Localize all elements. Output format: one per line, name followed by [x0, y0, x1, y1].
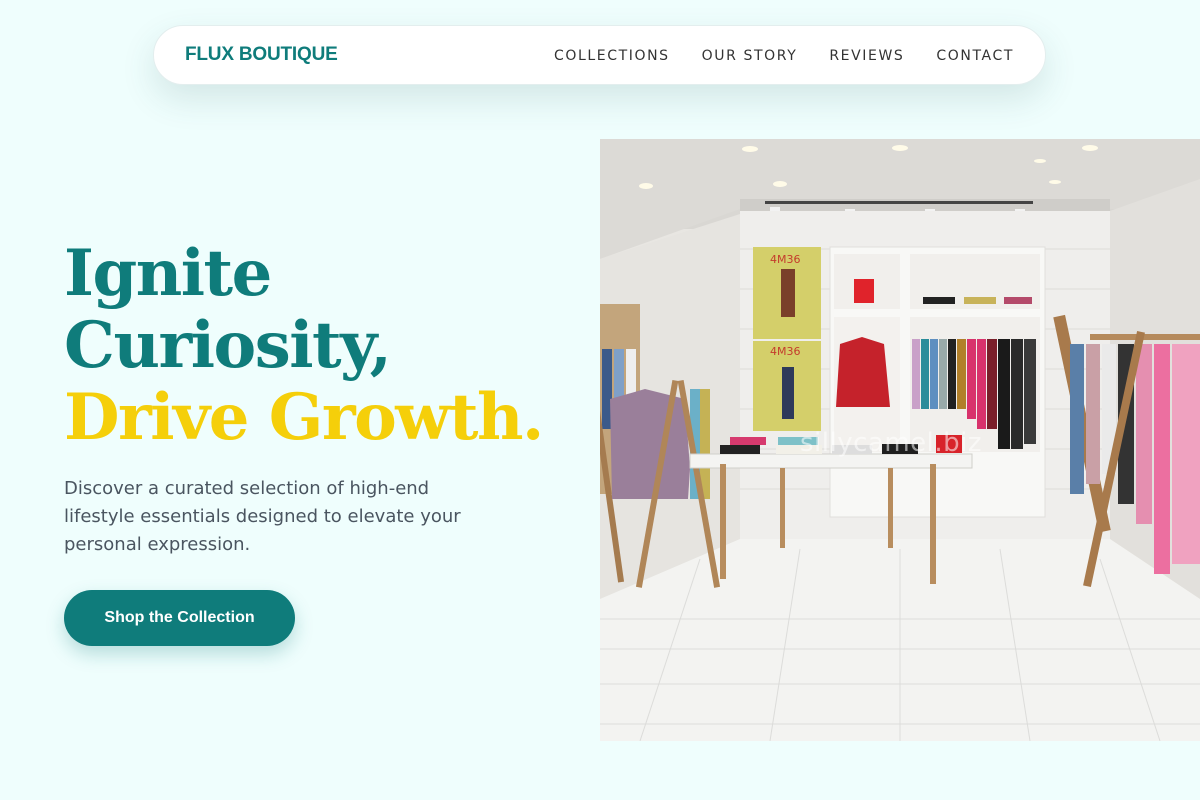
shop-collection-button[interactable]: Shop the Collection — [64, 590, 295, 646]
hero-store-image: 4M36 4M36 sillycamel.biz — [600, 139, 1200, 741]
nav-menu: COLLECTIONS OUR STORY REVIEWS CONTACT — [554, 46, 1014, 66]
top-navigation-bar: FLUX BOUTIQUE COLLECTIONS OUR STORY REVI… — [153, 25, 1046, 85]
nav-link-collections[interactable]: COLLECTIONS — [554, 46, 670, 66]
brand-logo[interactable]: FLUX BOUTIQUE — [185, 44, 338, 66]
headline-line-1: Ignite — [64, 236, 272, 311]
nav-link-contact[interactable]: CONTACT — [936, 46, 1014, 66]
headline-line-3: Drive Growth. — [64, 380, 544, 455]
hero-description: Discover a curated selection of high-end… — [64, 478, 461, 555]
poster-text-2: 4M36 — [770, 345, 801, 358]
nav-link-reviews[interactable]: REVIEWS — [829, 46, 904, 66]
nav-link-our-story[interactable]: OUR STORY — [702, 46, 798, 66]
headline-line-2: Curiosity, — [64, 308, 392, 383]
hero-headline: Ignite Curiosity, Drive Growth. — [64, 236, 544, 455]
poster-text: 4M36 — [770, 253, 801, 266]
image-watermark: sillycamel.biz — [800, 428, 983, 458]
